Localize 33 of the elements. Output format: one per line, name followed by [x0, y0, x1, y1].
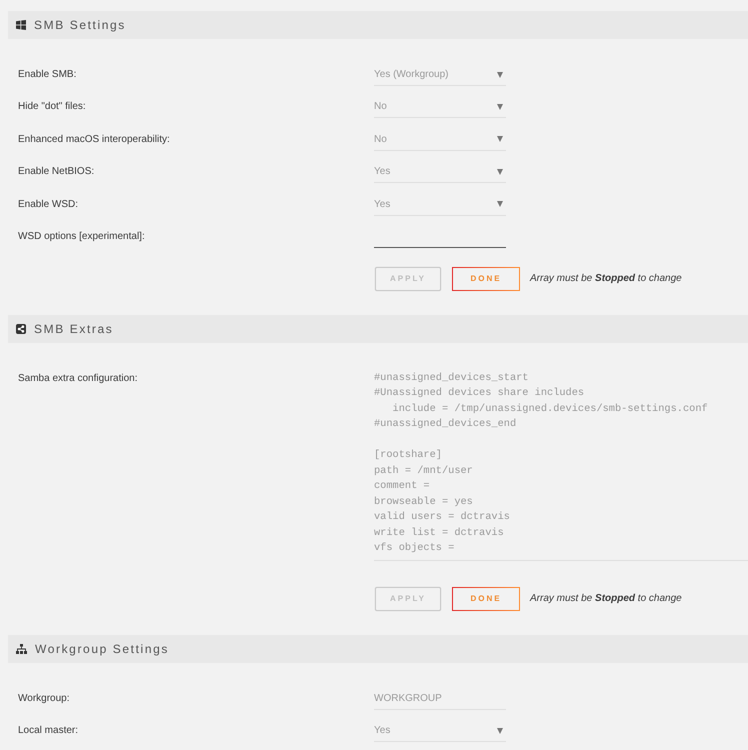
status-note: Array must be Stopped to change: [530, 272, 682, 286]
dropdown[interactable]: Yes: [374, 720, 506, 742]
field-label: Enable SMB:: [18, 68, 76, 82]
dropdown[interactable]: Yes: [374, 194, 506, 216]
status-note: Array must be Stopped to change: [530, 592, 682, 606]
field-label: Hide "dot" files:: [18, 100, 86, 114]
action-button[interactable]: DONE: [452, 266, 520, 291]
caret-icon: [497, 201, 503, 208]
config-textarea[interactable]: #unassigned_devices_start #Unassigned devices share includes include = /tmp/unassigned.devices/smb-settings.conf #unassigned_devices_end [rootshare] path = /mnt/user comment = browseable = yes valid users = dctravis write list = dctravis vfs objects =: [374, 368, 748, 561]
field-label: Workgroup:: [18, 692, 70, 706]
text-input[interactable]: WORKGROUP: [374, 688, 506, 710]
dropdown[interactable]: Yes: [374, 161, 506, 184]
section-title: SMB Settings: [34, 18, 126, 32]
field-label: Enable WSD:: [18, 198, 78, 212]
hierarchy-icon: [16, 644, 27, 654]
share-icon: [16, 324, 26, 334]
action-button[interactable]: DONE: [452, 586, 520, 611]
field-label: Samba extra configuration:: [18, 372, 138, 386]
section-title: Workgroup Settings: [35, 642, 169, 656]
caret-icon: [497, 136, 503, 142]
caret-icon: [497, 72, 503, 78]
four-panes-icon: [16, 20, 26, 30]
field-label: Enhanced macOS interoperability:: [18, 132, 170, 147]
caret-icon: [497, 168, 503, 175]
dropdown[interactable]: No: [374, 96, 506, 118]
dropdown[interactable]: Yes (Workgroup): [374, 64, 506, 86]
field-label: Local master:: [18, 724, 78, 738]
field-label: WSD options [experimental]:: [18, 230, 145, 244]
caret-icon: [497, 728, 503, 734]
section-title: SMB Extras: [34, 322, 114, 336]
caret-icon: [497, 104, 503, 110]
field-label: Enable NetBIOS:: [18, 165, 94, 180]
dropdown[interactable]: No: [374, 128, 506, 151]
